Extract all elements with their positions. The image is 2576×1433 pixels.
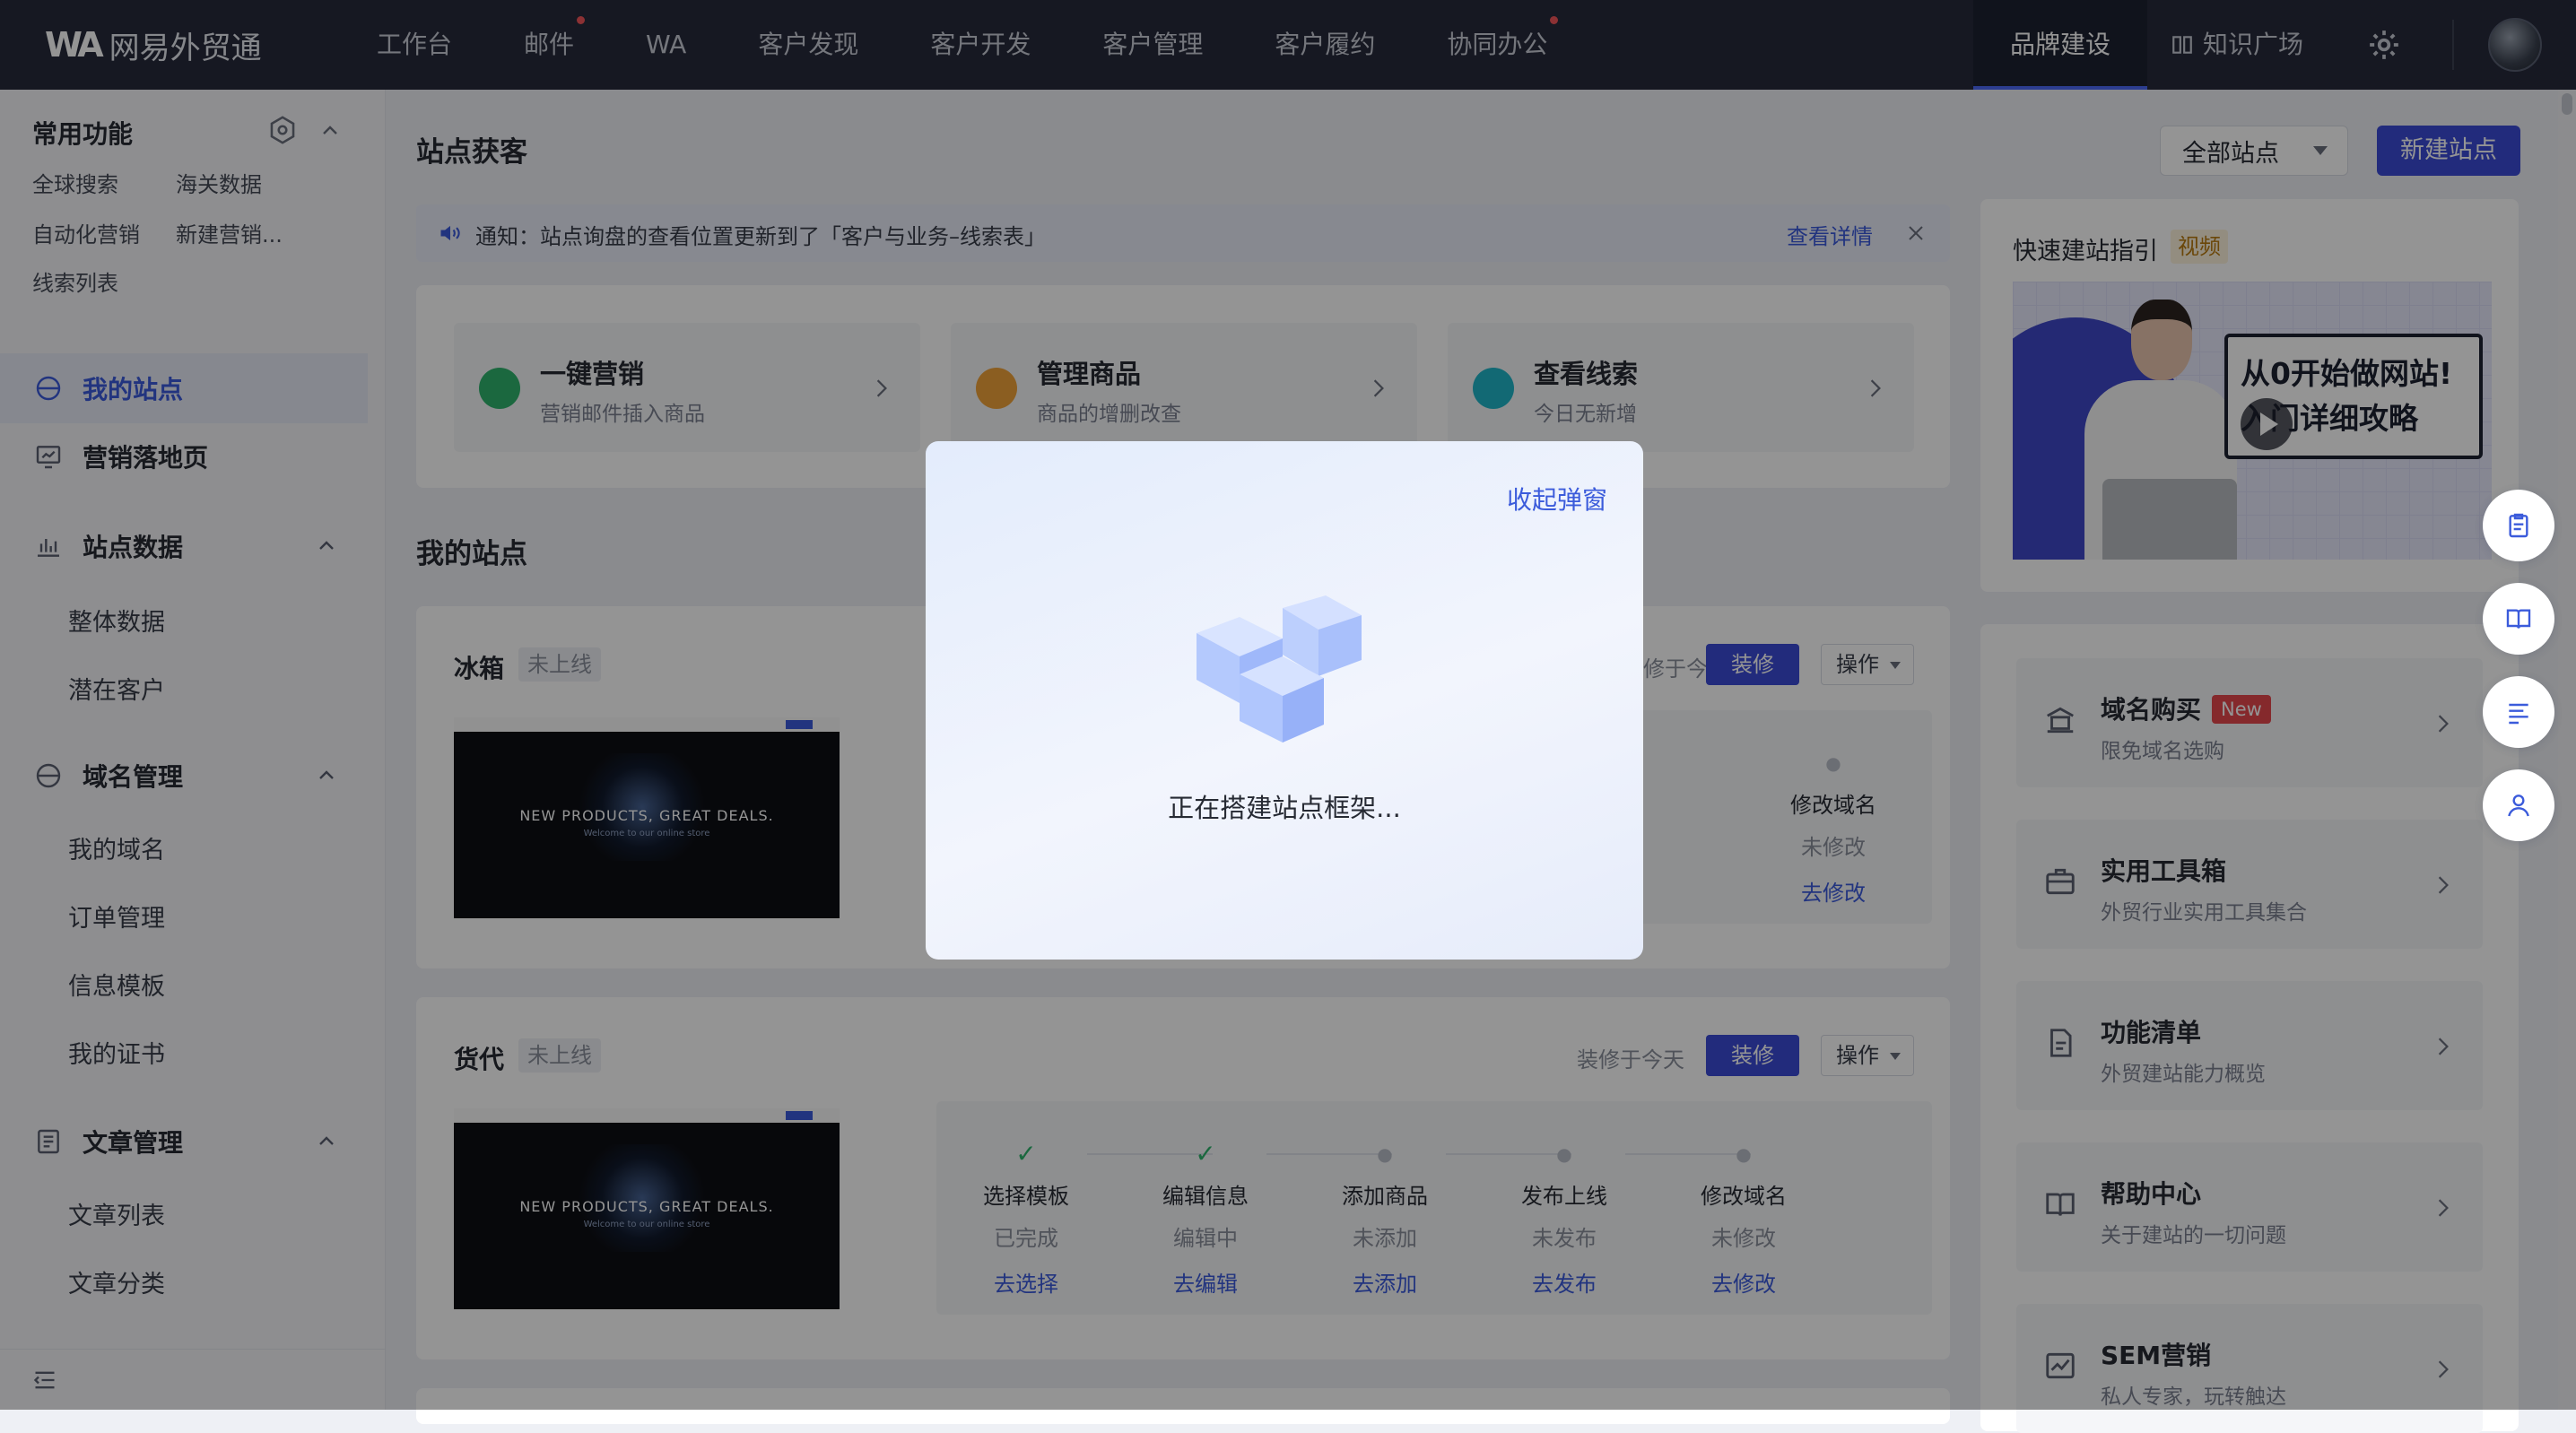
collapse-modal-link[interactable]: 收起弹窗 (1507, 481, 1607, 517)
open-book-icon (2506, 609, 2531, 629)
clipboard-icon (2509, 513, 2528, 538)
floating-contact-button[interactable] (2483, 769, 2554, 841)
cubes-illustration-icon (1197, 595, 1362, 743)
floating-notes-button[interactable] (2483, 490, 2554, 561)
user-icon (2508, 795, 2529, 817)
loading-message: 正在搭建站点框架... (1168, 793, 1401, 823)
building-site-modal: 收起弹窗 正在搭建站点框架... (926, 441, 1643, 960)
floating-list-button[interactable] (2483, 676, 2554, 748)
floating-guide-button[interactable] (2483, 583, 2554, 655)
list-icon (2509, 703, 2528, 725)
